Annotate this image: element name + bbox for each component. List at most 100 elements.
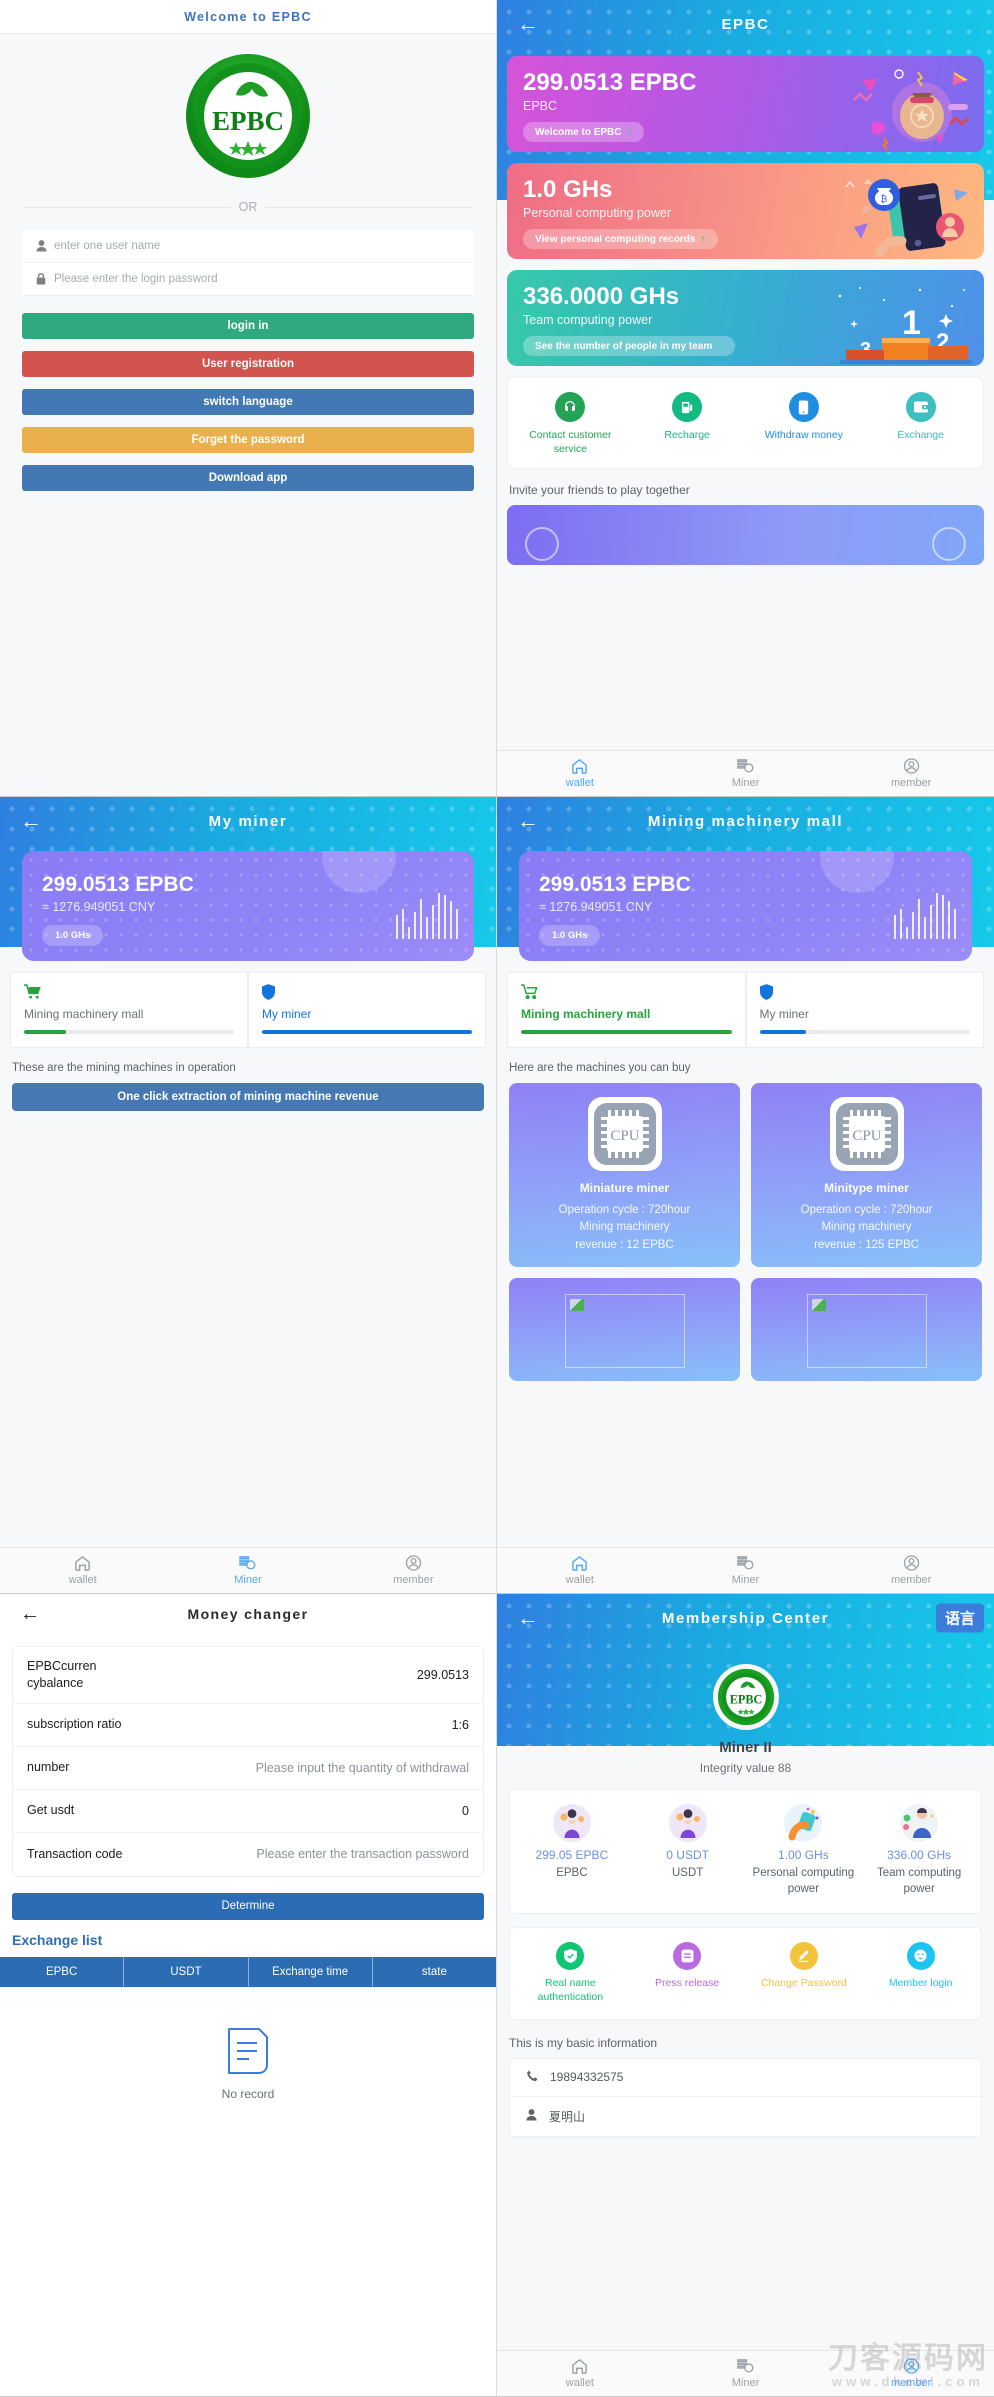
exchange-list-title: Exchange list: [12, 1931, 103, 1948]
hand-phone-icon: [784, 1804, 823, 1842]
back-arrow-icon[interactable]: ←: [20, 1603, 41, 1626]
card-team-action[interactable]: See the number of people in my team ↑: [523, 336, 735, 357]
wallet-icon: [905, 392, 936, 422]
form-row-number[interactable]: number Please input the quantity of with…: [13, 1747, 483, 1790]
switch-language-button[interactable]: switch language: [22, 389, 474, 415]
product-card[interactable]: [509, 1277, 740, 1381]
tab-miner-label: Miner: [731, 2376, 760, 2389]
tab-wallet[interactable]: wallet: [497, 757, 663, 791]
miner-coins-icon: [737, 758, 754, 773]
tab-miner[interactable]: Miner: [663, 1554, 829, 1588]
form-row-transaction-code[interactable]: Transaction code Please enter the transa…: [13, 1833, 483, 1876]
tab-miner[interactable]: Miner: [663, 2357, 829, 2391]
login-header: Welcome to EPBC: [0, 0, 496, 34]
card-team-power[interactable]: 336.0000 GHs Team computing power See th…: [507, 270, 984, 366]
product-card[interactable]: [751, 1277, 982, 1381]
my-miner-hint: These are the mining machines in operati…: [12, 1062, 236, 1074]
tab-member[interactable]: member: [828, 757, 994, 791]
tab-wallet[interactable]: wallet: [497, 1554, 663, 1588]
tab-member[interactable]: member: [331, 1554, 496, 1588]
member-stat-team-power: 336.00 GHs Team computing power: [861, 1804, 977, 1897]
product-revenue-line2: revenue : 125 EPBC: [814, 1238, 919, 1251]
info-row-name: 夏明山: [510, 2097, 981, 2137]
determine-button[interactable]: Determine: [12, 1892, 484, 1920]
tab-member[interactable]: member: [828, 2357, 994, 2391]
tab-wallet[interactable]: wallet: [0, 1554, 165, 1588]
login-button[interactable]: login in: [22, 313, 474, 339]
epbc-logo-icon: EPBC: [717, 1668, 774, 1726]
tab-my-miner[interactable]: My miner: [248, 972, 486, 1048]
tab-mall-label: Mining machinery mall: [521, 1007, 651, 1021]
language-button[interactable]: 语言: [935, 1603, 984, 1633]
form-input-number[interactable]: Please input the quantity of withdrawal: [123, 1761, 469, 1775]
shield-icon: [262, 984, 472, 1000]
lock-icon: [28, 273, 54, 285]
extract-revenue-button[interactable]: One click extraction of mining machine r…: [12, 1083, 484, 1111]
empty-document-icon: [228, 2027, 268, 2074]
username-input[interactable]: [54, 240, 468, 252]
member-stat-personal-power: 1.00 GHs Personal computing power: [746, 1804, 862, 1897]
action-change-password[interactable]: Change Password: [746, 1942, 863, 2004]
back-arrow-icon[interactable]: ←: [20, 810, 44, 832]
my-miner-tabs: Mining machinery mall My miner: [10, 972, 486, 1048]
wallet-title: EPBC: [721, 15, 770, 33]
tab-wallet[interactable]: wallet: [497, 2357, 663, 2391]
tab-miner[interactable]: Miner: [663, 757, 829, 791]
empty-state: No record: [0, 1987, 496, 2101]
quick-action-recharge[interactable]: Recharge: [629, 392, 746, 456]
action-press-release-label: Press release: [655, 1977, 720, 1990]
podium-illustration: 1 2 3: [838, 287, 972, 364]
tab-mall-progress: [521, 1030, 732, 1034]
tab-mall-progress: [24, 1030, 234, 1034]
action-change-password-label: Change Password: [760, 1977, 847, 1990]
mall-tabs: Mining machinery mall My miner: [507, 972, 984, 1048]
quick-action-exchange[interactable]: Exchange: [862, 392, 979, 456]
member-stat-usdt-label: USDT: [671, 1867, 704, 1879]
invite-banner[interactable]: [507, 505, 984, 566]
username-row[interactable]: [22, 230, 474, 263]
hand-device-icon: [784, 1804, 823, 1842]
tab-mining-machinery-mall[interactable]: Mining machinery mall: [507, 972, 746, 1048]
card-personal-power[interactable]: 1.0 GHs Personal computing power View pe…: [507, 163, 984, 259]
table-header-epbc: EPBC: [0, 1956, 125, 1987]
password-input[interactable]: [54, 273, 468, 285]
fuel-pump-icon: [672, 392, 703, 422]
person-circle-icon: [903, 2357, 919, 2374]
broken-image-icon: [564, 1293, 685, 1368]
arrow-up-icon: ↑: [717, 340, 723, 353]
register-button[interactable]: User registration: [22, 351, 474, 377]
member-basic-info-title: This is my basic information: [509, 2035, 658, 2050]
info-row-phone-value: 19894332575: [550, 2070, 624, 2085]
action-member-login[interactable]: Member login: [862, 1942, 979, 2004]
tab-my-miner[interactable]: My miner: [745, 972, 984, 1048]
tab-miner[interactable]: Miner: [165, 1554, 330, 1588]
card-personal-action[interactable]: View personal computing records ↑: [523, 229, 718, 250]
action-press-release[interactable]: Press release: [629, 1942, 746, 2004]
back-arrow-icon[interactable]: ←: [517, 810, 541, 832]
tab-member[interactable]: member: [828, 1554, 994, 1588]
my-miner-title: My miner: [208, 812, 288, 830]
action-real-name-authentication[interactable]: Real name authentication: [512, 1942, 629, 2004]
card-epbc-action[interactable]: Welcome to EPBC ↑: [523, 122, 644, 143]
product-card[interactable]: CPU Minitype miner Operation cycle : 720…: [751, 1083, 982, 1267]
download-app-button[interactable]: Download app: [22, 465, 474, 491]
back-arrow-icon[interactable]: ←: [517, 13, 541, 35]
cart-icon: [24, 984, 234, 1000]
my-miner-cny: ≈ 1276.949051 CNY: [42, 900, 156, 914]
quick-actions-card: Contact customer service Recharge Withdr…: [507, 377, 984, 470]
form-row-balance: EPBCcurren cybalance 299.0513: [13, 1647, 483, 1704]
my-miner-balance: 299.0513 EPBC: [42, 873, 194, 896]
tab-miner-label: My miner: [262, 1007, 312, 1021]
mall-cny: ≈ 1276.949051 CNY: [539, 900, 653, 914]
quick-action-contact[interactable]: Contact customer service: [512, 392, 629, 456]
phone-icon: [526, 2070, 538, 2085]
card-epbc-balance[interactable]: 299.0513 EPBC EPBC Welcome to EPBC ↑: [507, 56, 984, 152]
back-arrow-icon[interactable]: ←: [517, 1607, 541, 1629]
form-label-transaction-code: Transaction code: [27, 1846, 123, 1861]
tab-mining-machinery-mall[interactable]: Mining machinery mall: [10, 972, 248, 1048]
password-row[interactable]: [22, 263, 474, 296]
product-card[interactable]: CPU Miniature miner Operation cycle : 72…: [509, 1083, 740, 1267]
forgot-password-button[interactable]: Forget the password: [22, 427, 474, 453]
form-input-transaction-code[interactable]: Please enter the transaction password: [123, 1847, 469, 1861]
quick-action-withdraw[interactable]: Withdraw money: [746, 392, 863, 456]
